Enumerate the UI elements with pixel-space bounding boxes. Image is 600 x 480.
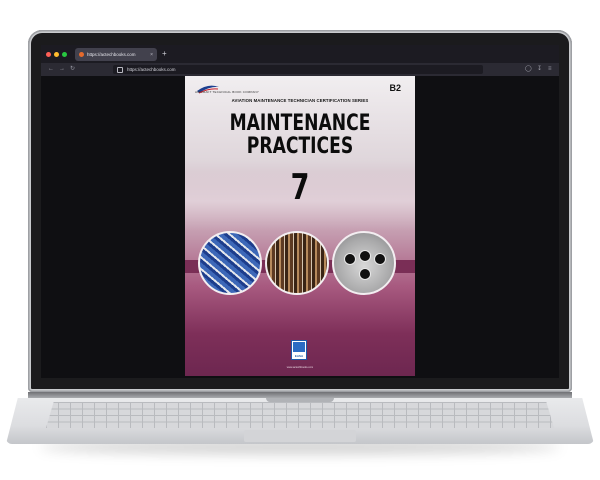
- menu-icon[interactable]: ≡: [548, 64, 552, 75]
- module-number: 7: [290, 167, 310, 208]
- series-title: AVIATION MAINTENANCE TECHNICIAN CERTIFIC…: [231, 98, 369, 103]
- book-cover: AIRCRAFT TECHNICAL BOOK COMPANY B2 AVIAT…: [185, 76, 415, 376]
- browser-tab[interactable]: https://actechbooks.com ×: [75, 48, 157, 61]
- document-viewer[interactable]: AIRCRAFT TECHNICAL BOOK COMPANY B2 AVIAT…: [41, 76, 559, 378]
- easa-logo-icon: [293, 342, 305, 352]
- minimize-window-icon[interactable]: [54, 52, 59, 57]
- address-bar[interactable]: https://actechbooks.com: [113, 65, 483, 74]
- browser-nav-bar: ← → ↻ https://actechbooks.com ◯ ↧ ≡: [41, 63, 559, 76]
- gauge-icon: [359, 250, 371, 262]
- gauge-icon: [374, 253, 386, 265]
- book-title-line1: MAINTENANCE: [229, 111, 371, 136]
- laptop-notch: [266, 398, 334, 402]
- back-icon[interactable]: ←: [48, 64, 54, 75]
- easa-badge: EASA: [291, 340, 307, 360]
- gauge-icon: [359, 268, 371, 280]
- maximize-window-icon[interactable]: [62, 52, 67, 57]
- download-icon[interactable]: ↧: [537, 64, 542, 75]
- tools-photo: [198, 231, 262, 295]
- new-tab-button[interactable]: +: [162, 48, 167, 59]
- book-title-line2: PRACTICES: [246, 134, 354, 159]
- book-title: MAINTENANCE PRACTICES: [210, 112, 389, 158]
- wiring-photo: [265, 231, 329, 295]
- lock-icon: [117, 66, 123, 73]
- laptop-trackpad: [244, 430, 356, 442]
- instrument-panel-photo: [332, 231, 396, 295]
- module-code: B2: [389, 83, 401, 93]
- favicon-icon: [79, 52, 84, 57]
- close-window-icon[interactable]: [46, 52, 51, 57]
- gauge-icon: [344, 253, 356, 265]
- reload-icon[interactable]: ↻: [70, 64, 75, 75]
- tab-close-icon[interactable]: ×: [150, 52, 153, 58]
- shield-icon[interactable]: ◯: [525, 64, 532, 75]
- laptop-keyboard: [46, 402, 554, 428]
- easa-badge-text: EASA: [294, 354, 304, 358]
- url-text: https://actechbooks.com: [127, 67, 176, 72]
- forward-icon[interactable]: →: [59, 64, 65, 75]
- laptop-screen: https://actechbooks.com × + ← → ↻ https:…: [41, 45, 559, 378]
- footer-website: www.actechbooks.com: [286, 366, 314, 369]
- tab-title: https://actechbooks.com: [87, 52, 136, 57]
- browser-tab-bar: https://actechbooks.com × +: [41, 45, 559, 63]
- publisher-logo-text: AIRCRAFT TECHNICAL BOOK COMPANY: [195, 90, 260, 94]
